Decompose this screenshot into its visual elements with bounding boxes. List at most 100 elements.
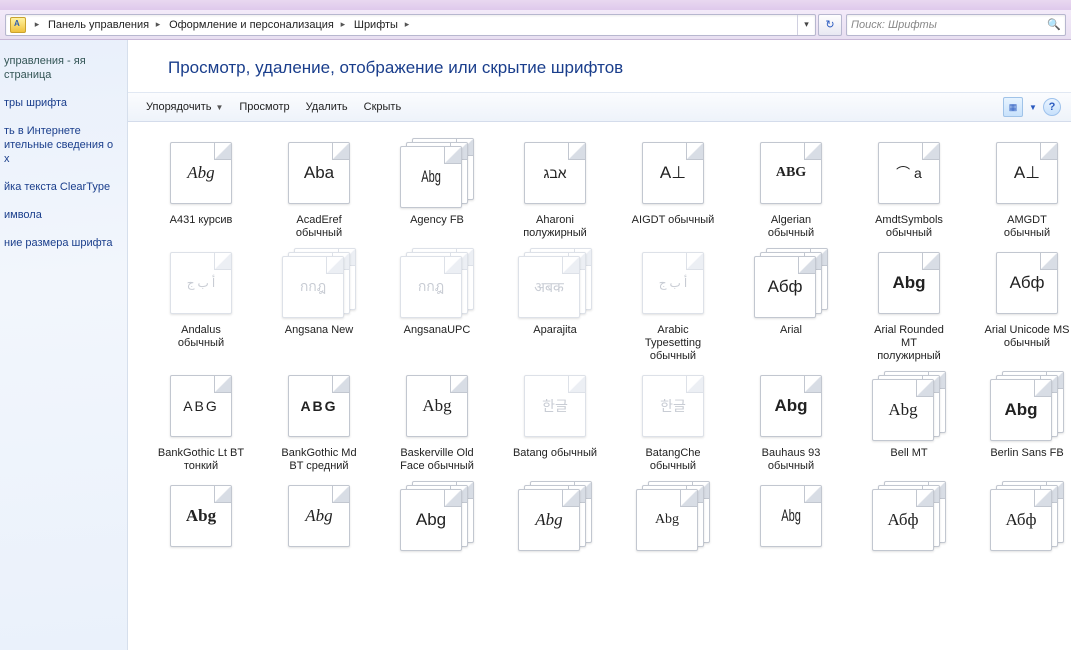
sidebar-link[interactable]: ние размера шрифта [4,236,119,250]
font-item[interactable]: אבגAharoni полужирный [498,132,612,240]
font-thumbnail: ABG [282,371,356,441]
sidebar-link[interactable]: ть в Интернете ительные сведения о х [4,124,119,166]
font-item[interactable]: A⊥ AMGDT обычный [970,132,1071,240]
font-item[interactable]: АбфArial [734,242,848,363]
font-thumbnail: Абф [990,481,1064,551]
sidebar-link[interactable]: имвола [4,208,119,222]
font-item[interactable]: AbgArial Rounded MT полужирный [852,242,966,363]
font-sample: Abg [422,396,451,416]
chevron-right-icon[interactable]: ▸ [336,15,350,35]
font-thumbnail: กกฎ [282,248,356,318]
font-item[interactable]: Abg [616,475,730,583]
font-label: BatangChe обычный [643,447,702,473]
font-label: Arial [778,324,804,350]
font-label [907,557,911,583]
font-item[interactable]: AbgBauhaus 93 обычный [734,365,848,473]
help-button[interactable]: ? [1043,98,1061,116]
font-item[interactable]: Abg Agency FB [380,132,494,240]
font-sample: 한글 [660,396,686,416]
font-label [199,557,203,583]
font-label [1025,557,1029,583]
font-item[interactable]: Abg Baskerville Old Face обычный [380,365,494,473]
view-dropdown[interactable]: ▼ [1027,97,1039,117]
font-item[interactable]: AbgBerlin Sans FB [970,365,1071,473]
font-item[interactable]: AbgA431 курсив [144,132,258,240]
font-item[interactable]: ⌒ aAmdtSymbols обычный [852,132,966,240]
font-item[interactable]: Абф [970,475,1071,583]
view-options-button[interactable]: ▦ [1003,97,1023,117]
sidebar-heading: управления - яя страница [4,54,119,82]
font-grid: AbgA431 курсивAbaAcadEref обычный Abg Agen… [144,132,1065,583]
font-item[interactable]: أ ب جArabic Typesetting обычный [616,242,730,363]
font-grid-scroll[interactable]: AbgA431 курсивAbaAcadEref обычный Abg Agen… [128,122,1071,650]
hide-button[interactable]: Скрыть [356,93,410,121]
font-item[interactable]: AbaAcadEref обычный [262,132,376,240]
font-sample: ABG [183,398,219,414]
font-thumbnail: Aba [282,138,356,208]
font-sample: ABG [300,398,337,414]
font-label: Baskerville Old Face обычный [398,447,476,473]
preview-button[interactable]: Просмотр [231,93,297,121]
font-item[interactable]: A⊥AIGDT обычный [616,132,730,240]
search-input[interactable]: Поиск: Шрифты 🔍 [846,14,1066,36]
chevron-right-icon[interactable]: ▸ [151,15,165,35]
sidebar: управления - яя страница тры шрифта ть в… [0,40,128,650]
font-thumbnail: Abg [400,138,474,208]
search-icon: 🔍 [1047,18,1061,31]
font-label: BankGothic Lt BT тонкий [156,447,246,473]
address-dropdown[interactable]: ▾ [797,15,815,35]
breadcrumb-item[interactable]: Панель управления [44,15,151,35]
font-sample: Abg [888,400,917,420]
font-item[interactable]: ABGBankGothic Md BT средний [262,365,376,473]
font-item[interactable]: ABG BankGothic Lt BT тонкий [144,365,258,473]
font-label: AMGDT обычный [1002,214,1052,240]
font-sample: Abg [655,512,679,528]
organize-button[interactable]: Упорядочить ▼ [138,93,231,121]
font-item[interactable]: Abg [498,475,612,583]
font-item[interactable]: Абф [852,475,966,583]
font-item[interactable]: กกฎAngsana New [262,242,376,363]
breadcrumb-item[interactable]: Шрифты [350,15,400,35]
font-sample: Абф [1005,510,1036,530]
breadcrumb-bar[interactable]: ▸ Панель управления ▸ Оформление и персо… [5,14,816,36]
view-icon: ▦ [1009,102,1018,113]
breadcrumb-item[interactable]: Оформление и персонализация [165,15,336,35]
chevron-right-icon[interactable]: ▸ [30,15,44,35]
font-item[interactable]: Abg [262,475,376,583]
font-label: Agency FB [408,214,466,240]
font-item[interactable]: ABGAlgerian обычный [734,132,848,240]
chevron-right-icon[interactable]: ▸ [400,15,414,35]
font-label: Aparajita [531,324,578,350]
font-sample: Abg [1004,400,1037,420]
font-item[interactable]: 한글 BatangChe обычный [616,365,730,473]
window-titlebar [0,0,1071,10]
font-item[interactable]: أ ب جAndalus обычный [144,242,258,363]
font-item[interactable]: АбфArial Unicode MS обычный [970,242,1071,363]
font-label: AmdtSymbols обычный [873,214,945,240]
font-label: Arial Rounded MT полужирный [872,324,946,363]
sidebar-link[interactable]: йка текста ClearType [4,180,119,194]
main-panel: Просмотр, удаление, отображение или скры… [128,40,1071,650]
font-sample: 한글 [542,396,568,416]
font-sample: Abg [781,506,801,526]
font-item[interactable]: Abg Bell MT [852,365,966,473]
font-item[interactable]: Abg [380,475,494,583]
refresh-button[interactable]: ↻ [818,14,842,36]
delete-button[interactable]: Удалить [298,93,356,121]
font-item[interactable]: Abg [734,475,848,583]
font-label: Bell MT [888,447,929,473]
font-item[interactable]: Abg [144,475,258,583]
sidebar-link[interactable]: тры шрифта [4,96,119,110]
font-thumbnail: A⊥ [990,138,1064,208]
font-thumbnail: Abg [636,481,710,551]
font-thumbnail: A⊥ [636,138,710,208]
font-sample: Abg [305,506,332,526]
font-item[interactable]: अबकAparajita [498,242,612,363]
font-thumbnail: אבג [518,138,592,208]
font-item[interactable]: 한글Batang обычный [498,365,612,473]
font-sample: A⊥ [660,163,686,183]
font-thumbnail: Абф [872,481,946,551]
font-sample: Abg [186,506,216,526]
font-sample: Abg [421,167,441,187]
font-item[interactable]: กกฎAngsanaUPC [380,242,494,363]
